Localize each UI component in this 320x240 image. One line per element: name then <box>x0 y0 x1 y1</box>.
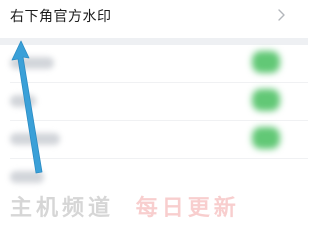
chevron-right-icon <box>278 9 285 21</box>
settings-list-item[interactable] <box>0 121 308 159</box>
toggle-switch[interactable] <box>252 127 280 149</box>
blurred-label <box>10 171 44 183</box>
official-watermark-label: 右下角官方水印 <box>10 9 112 25</box>
settings-list-item[interactable] <box>0 45 308 83</box>
section-separator <box>0 38 308 45</box>
blurred-label <box>10 95 36 107</box>
blurred-label <box>10 133 60 145</box>
screen: 右下角官方水印 主机频道 每日更新 <box>0 0 308 230</box>
settings-list-item[interactable] <box>0 83 308 121</box>
blurred-label <box>10 57 54 69</box>
watermark-text-1: 主机频道 <box>10 195 115 221</box>
toggle-switch[interactable] <box>252 51 280 73</box>
watermark: 主机频道 每日更新 <box>10 190 240 222</box>
toggle-switch[interactable] <box>252 89 280 111</box>
watermark-text-2: 每日更新 <box>135 195 240 221</box>
official-watermark-setting-row[interactable]: 右下角官方水印 <box>0 0 308 38</box>
